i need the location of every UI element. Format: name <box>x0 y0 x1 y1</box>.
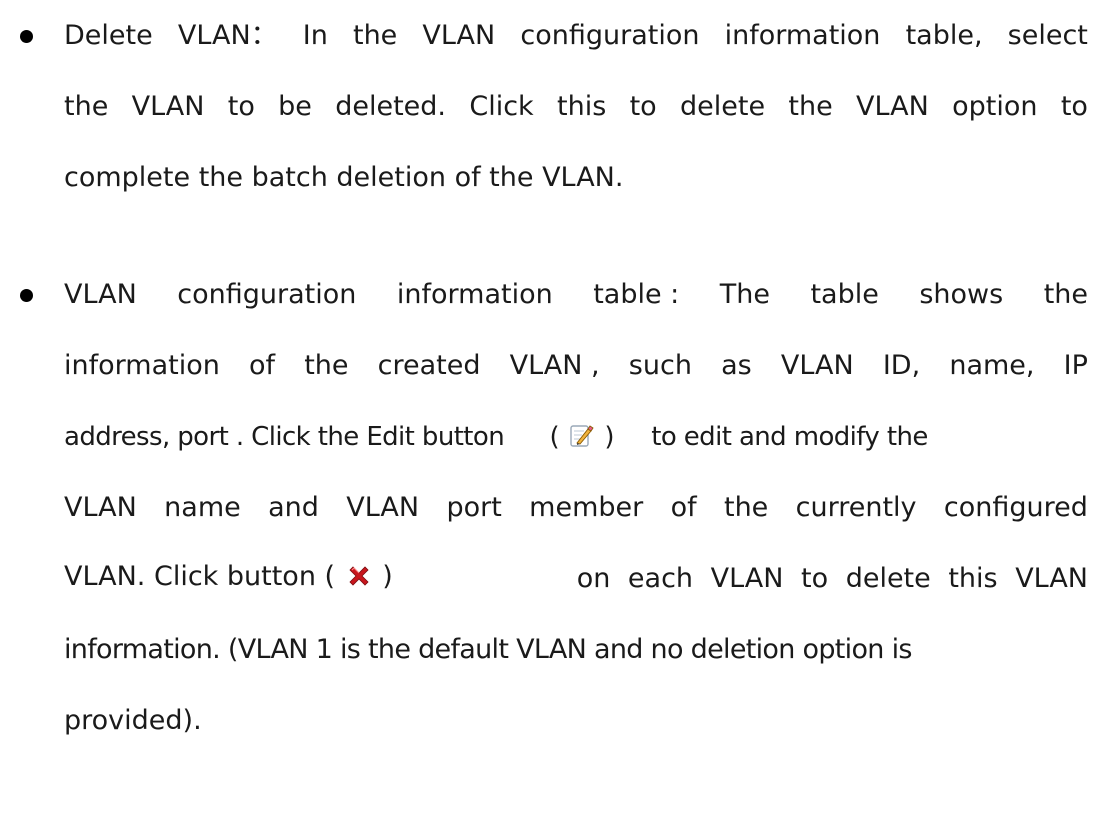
text-line: the VLAN to be deleted. Click this to de… <box>64 91 1088 122</box>
text-line: complete the batch deletion of the VLAN. <box>64 162 624 193</box>
delete-icon[interactable] <box>346 561 372 601</box>
bullet-point <box>20 289 33 302</box>
text-line: VLAN name and VLAN port member of the cu… <box>64 492 1088 523</box>
edit-icon[interactable] <box>569 421 595 461</box>
text-line: information of the created VLAN , such a… <box>64 350 1088 381</box>
text-line: Delete VLAN： In the VLAN configuration i… <box>64 20 1088 51</box>
text-line: address, port . Click the Edit button ( … <box>64 417 1088 457</box>
text-line: information. (VLAN 1 is the default VLAN… <box>64 634 912 665</box>
text-line: provided). <box>64 705 202 736</box>
document-page: Delete VLAN： In the VLAN configuration i… <box>0 0 1096 831</box>
text-line: VLAN. Click button ( ) on each VLAN to d… <box>64 559 1088 599</box>
bullet-point <box>20 30 33 43</box>
text-line: VLAN configuration information table : T… <box>64 279 1088 310</box>
